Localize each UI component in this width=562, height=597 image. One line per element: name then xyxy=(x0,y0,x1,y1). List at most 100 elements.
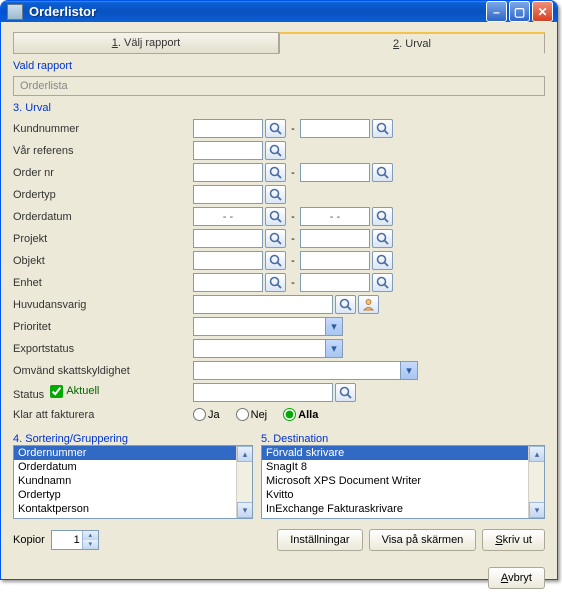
objekt-from-lookup[interactable] xyxy=(265,251,286,270)
projekt-to-lookup[interactable] xyxy=(372,229,393,248)
list-item[interactable]: SnagIt 8 xyxy=(262,460,544,474)
list-item[interactable]: Orderdatum xyxy=(14,460,252,474)
enhet-to-lookup[interactable] xyxy=(372,273,393,292)
visa-button[interactable]: Visa på skärmen xyxy=(369,529,477,551)
list-item[interactable]: Kontaktperson xyxy=(14,502,252,516)
urval-grid: Kundnummer - Vår referens Order nr - xyxy=(13,118,545,425)
dash: - xyxy=(288,123,298,135)
klar-nej-radio[interactable]: Nej xyxy=(236,408,268,421)
scroll-down-icon[interactable]: ▾ xyxy=(237,502,253,518)
spin-down-icon[interactable]: ▾ xyxy=(82,540,98,549)
chevron-down-icon: ▾ xyxy=(325,340,342,357)
list-item[interactable]: Ordernummer xyxy=(14,446,252,460)
aktuell-checkbox-label[interactable]: Aktuell xyxy=(66,385,99,397)
huvudansvarig-label: Huvudansvarig xyxy=(13,299,193,311)
objekt-from-input[interactable] xyxy=(193,251,263,270)
scroll-up-icon[interactable]: ▴ xyxy=(237,446,253,462)
huvudansvarig-person-icon[interactable] xyxy=(358,295,379,314)
enhet-from-lookup[interactable] xyxy=(265,273,286,292)
status-row: Status Aktuell xyxy=(13,385,193,401)
scrollbar[interactable]: ▴▾ xyxy=(236,446,252,518)
urval-label: 3. Urval xyxy=(13,102,545,114)
kundnummer-label: Kundnummer xyxy=(13,123,193,135)
kundnummer-to-input[interactable] xyxy=(300,119,370,138)
titlebar[interactable]: Orderlistor – ▢ ✕ xyxy=(1,1,557,22)
orderdatum-to-input[interactable] xyxy=(300,207,370,226)
projekt-from-input[interactable] xyxy=(193,229,263,248)
list-item[interactable]: InExchange Fakturaskrivare xyxy=(262,502,544,516)
omvand-combo[interactable]: ▾ xyxy=(193,361,418,380)
close-button[interactable]: ✕ xyxy=(532,1,553,22)
tab-bar: 1. Välj rapport 2. Urval xyxy=(13,32,545,54)
huvudansvarig-input[interactable] xyxy=(193,295,333,314)
dash: - xyxy=(288,211,298,223)
aktuell-checkbox[interactable] xyxy=(50,385,63,398)
var-referens-lookup[interactable] xyxy=(265,141,286,160)
vald-rapport-value: Orderlista xyxy=(13,76,545,96)
installningar-button[interactable]: Inställningar xyxy=(277,529,362,551)
order-nr-to-input[interactable] xyxy=(300,163,370,182)
ordertyp-input[interactable] xyxy=(193,185,263,204)
dash: - xyxy=(288,277,298,289)
spin-up-icon[interactable]: ▴ xyxy=(82,531,98,540)
orderdatum-to-lookup[interactable] xyxy=(372,207,393,226)
action-row: Kopior ▴▾ Inställningar Visa på skärmen … xyxy=(13,529,545,551)
lists-row: 4. Sortering/Gruppering Ordernummer Orde… xyxy=(13,431,545,519)
prioritet-combo[interactable]: ▾ xyxy=(193,317,343,336)
var-referens-input[interactable] xyxy=(193,141,263,160)
projekt-to-input[interactable] xyxy=(300,229,370,248)
chevron-down-icon: ▾ xyxy=(400,362,417,379)
kopior-input[interactable] xyxy=(52,531,82,549)
klar-label: Klar att fakturera xyxy=(13,409,193,421)
ordertyp-lookup[interactable] xyxy=(265,185,286,204)
klar-alla-radio[interactable]: Alla xyxy=(283,408,318,421)
omvand-label: Omvänd skattskyldighet xyxy=(13,365,193,377)
app-icon xyxy=(7,4,23,20)
objekt-to-input[interactable] xyxy=(300,251,370,270)
dash: - xyxy=(288,233,298,245)
list-item[interactable]: Kvitto xyxy=(262,488,544,502)
tab-urval[interactable]: 2. Urval xyxy=(279,32,545,54)
projekt-from-lookup[interactable] xyxy=(265,229,286,248)
status-lookup[interactable] xyxy=(335,383,356,402)
order-nr-label: Order nr xyxy=(13,167,193,179)
list-item[interactable]: Förvald skrivare xyxy=(262,446,544,460)
klar-ja-radio[interactable]: Ja xyxy=(193,408,220,421)
minimize-button[interactable]: – xyxy=(486,1,507,22)
tab-valj-rapport[interactable]: 1. Välj rapport xyxy=(13,32,279,54)
enhet-to-input[interactable] xyxy=(300,273,370,292)
destination-listbox[interactable]: Förvald skrivare SnagIt 8 Microsoft XPS … xyxy=(261,445,545,519)
exportstatus-label: Exportstatus xyxy=(13,343,193,355)
maximize-button[interactable]: ▢ xyxy=(509,1,530,22)
scroll-down-icon[interactable]: ▾ xyxy=(529,502,545,518)
exportstatus-combo[interactable]: ▾ xyxy=(193,339,343,358)
ordertyp-label: Ordertyp xyxy=(13,189,193,201)
avbryt-button[interactable]: Avbryt xyxy=(488,567,545,589)
objekt-label: Objekt xyxy=(13,255,193,267)
sortering-listbox[interactable]: Ordernummer Orderdatum Kundnamn Ordertyp… xyxy=(13,445,253,519)
huvudansvarig-lookup[interactable] xyxy=(335,295,356,314)
prioritet-label: Prioritet xyxy=(13,321,193,333)
orderdatum-from-lookup[interactable] xyxy=(265,207,286,226)
order-nr-from-lookup[interactable] xyxy=(265,163,286,182)
list-item[interactable]: Microsoft XPS Document Writer xyxy=(262,474,544,488)
order-nr-to-lookup[interactable] xyxy=(372,163,393,182)
skrivut-button[interactable]: Skriv ut xyxy=(482,529,545,551)
window-title: Orderlistor xyxy=(29,4,484,19)
order-nr-from-input[interactable] xyxy=(193,163,263,182)
objekt-to-lookup[interactable] xyxy=(372,251,393,270)
kundnummer-from-input[interactable] xyxy=(193,119,263,138)
scrollbar[interactable]: ▴▾ xyxy=(528,446,544,518)
list-item[interactable]: Ordertyp xyxy=(14,488,252,502)
orderdatum-from-input[interactable] xyxy=(193,207,263,226)
list-item[interactable]: Kundnamn xyxy=(14,474,252,488)
var-referens-label: Vår referens xyxy=(13,145,193,157)
dash: - xyxy=(288,255,298,267)
scroll-up-icon[interactable]: ▴ xyxy=(529,446,545,462)
kopior-stepper[interactable]: ▴▾ xyxy=(51,530,99,550)
status-input[interactable] xyxy=(193,383,333,402)
enhet-from-input[interactable] xyxy=(193,273,263,292)
vald-rapport-label: Vald rapport xyxy=(13,60,545,72)
kundnummer-from-lookup[interactable] xyxy=(265,119,286,138)
kundnummer-to-lookup[interactable] xyxy=(372,119,393,138)
